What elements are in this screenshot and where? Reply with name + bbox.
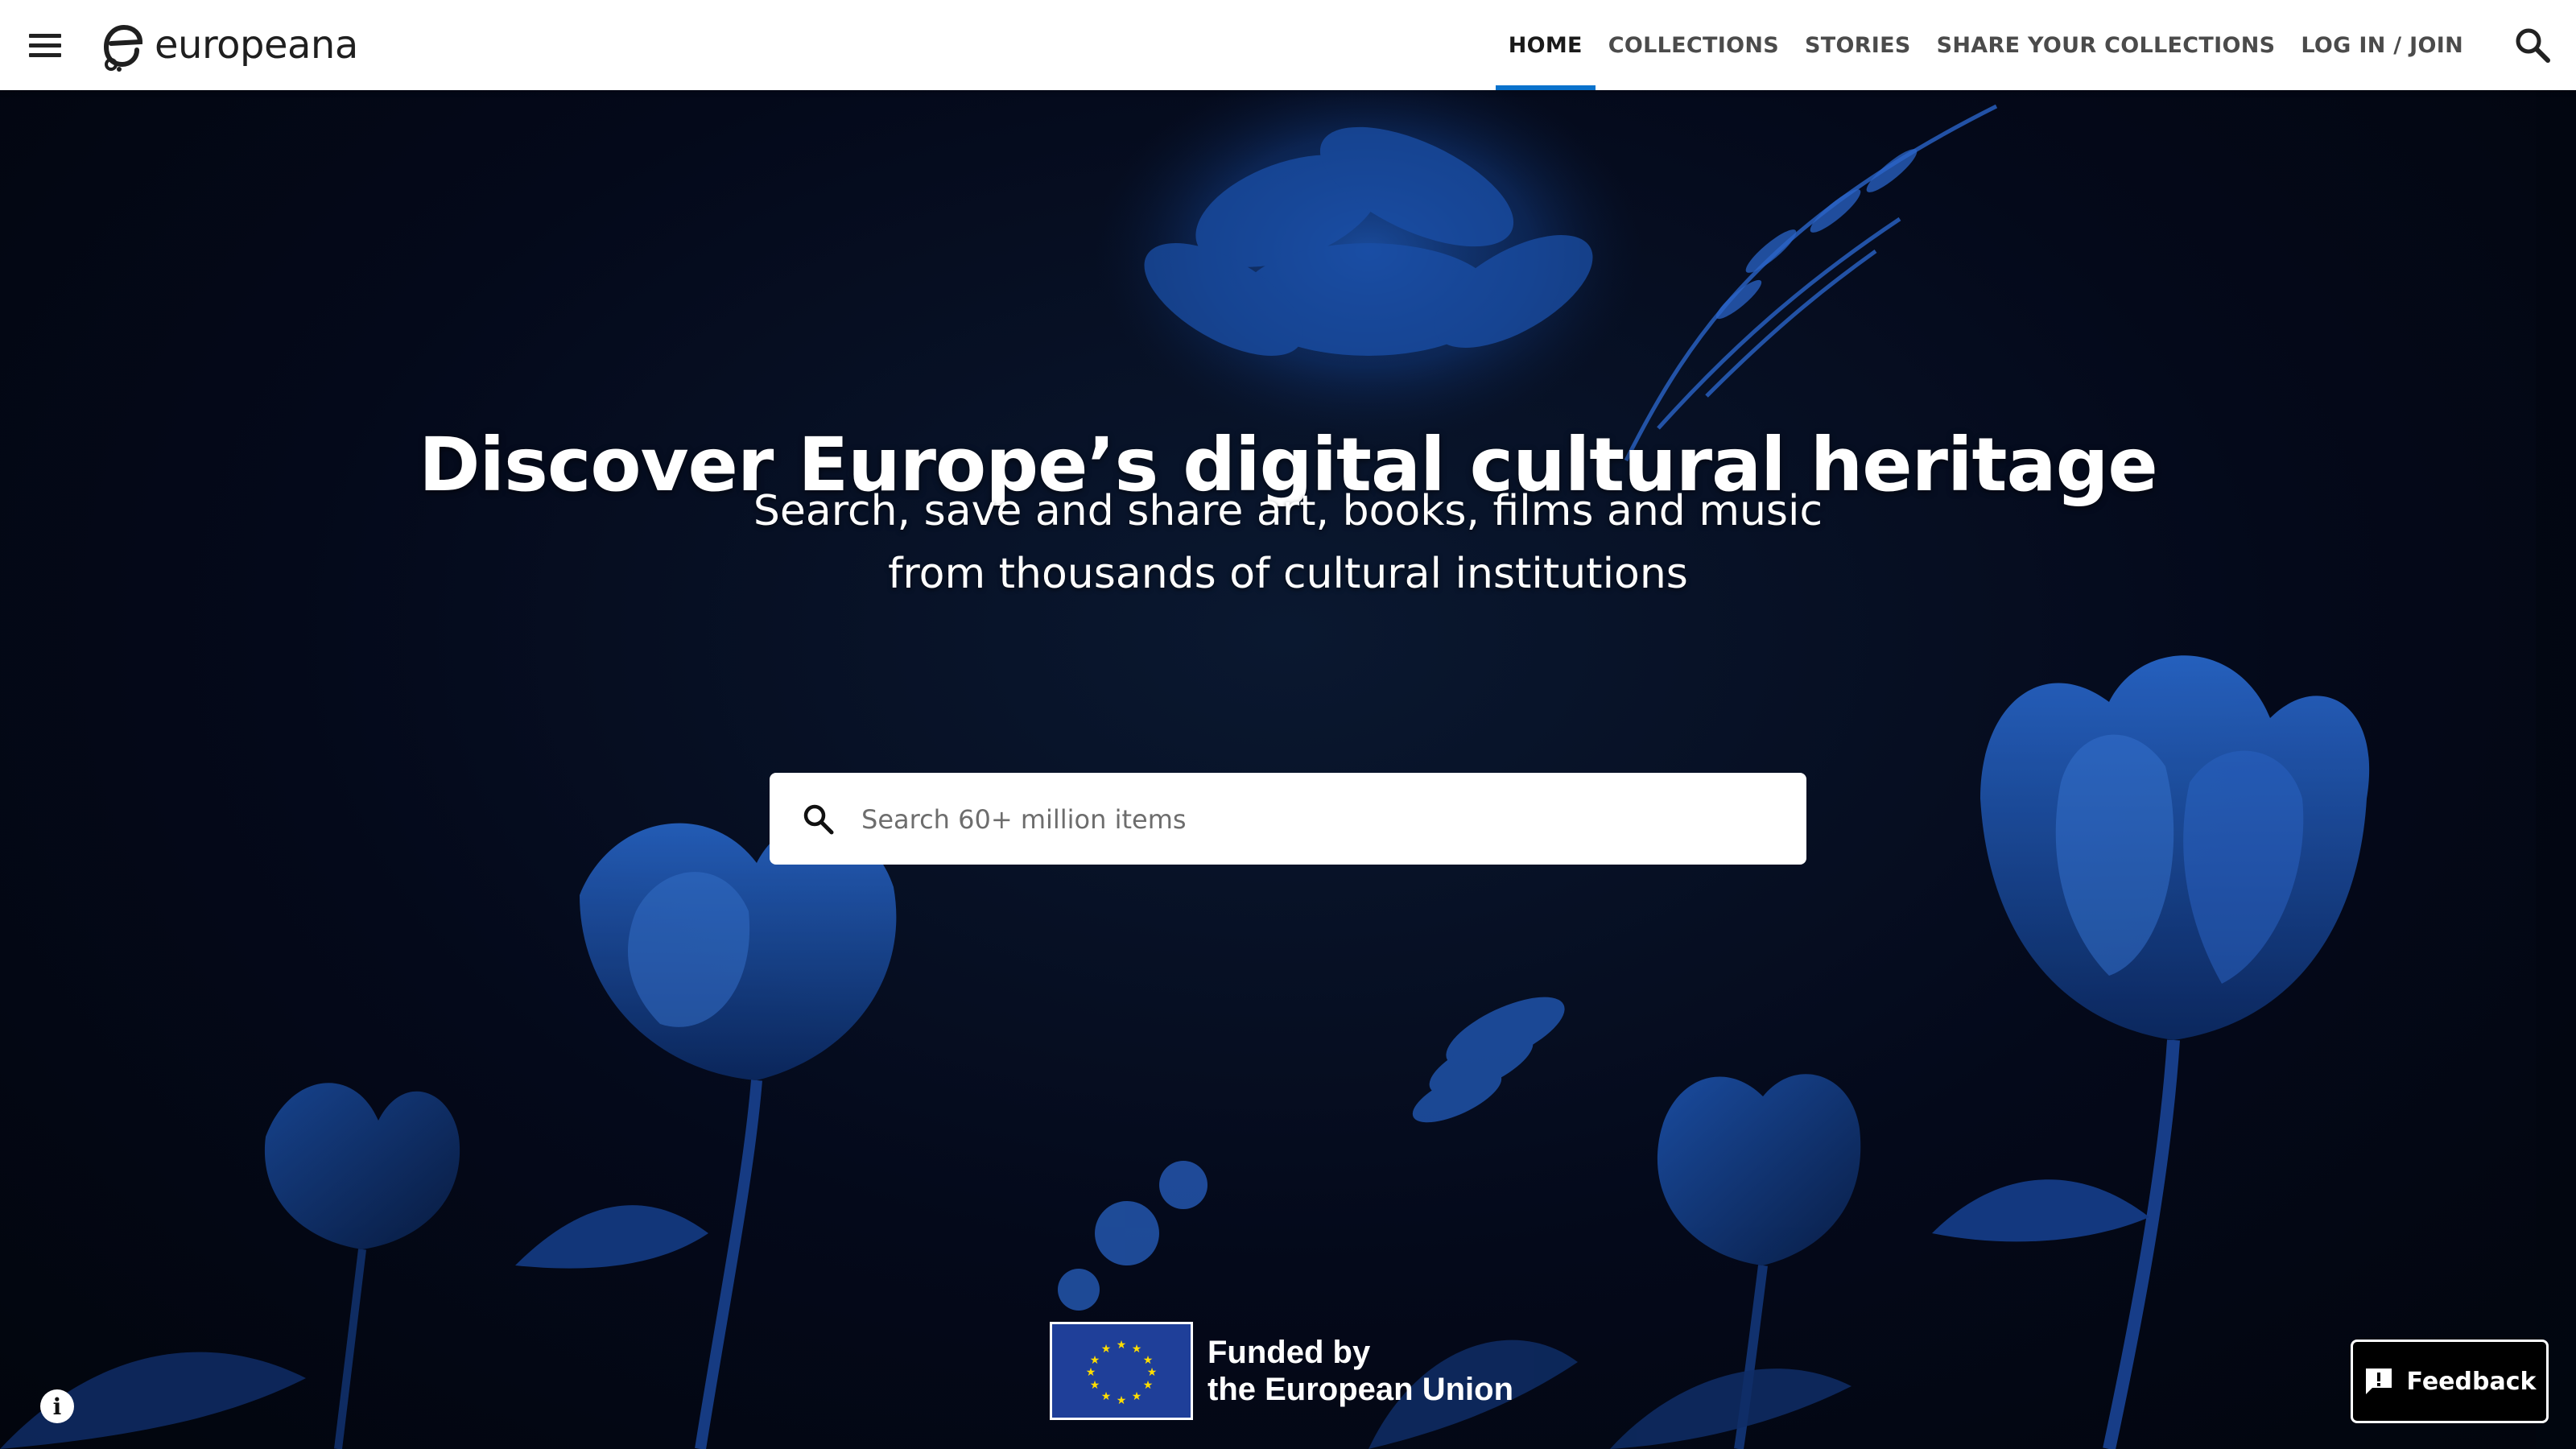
svg-text:★: ★ [1117, 1339, 1127, 1352]
info-icon[interactable]: i [40, 1389, 74, 1423]
main-nav: HOME COLLECTIONS STORIES SHARE YOUR COLL… [1495, 0, 2476, 90]
nav-share-your-collections[interactable]: SHARE YOUR COLLECTIONS [1924, 0, 2289, 90]
search-icon [803, 804, 834, 835]
hero-search-bar[interactable] [770, 773, 1806, 865]
europeana-logo-icon [103, 24, 143, 72]
eu-funding-line1: Funded by [1208, 1335, 1371, 1370]
eu-flag-icon: ★ ★ ★ ★ ★ ★ ★ ★ ★ ★ ★ ★ [1050, 1322, 1193, 1420]
top-navigation-bar: europeana HOME COLLECTIONS STORIES SHARE… [0, 0, 2576, 90]
hamburger-menu-icon[interactable] [26, 29, 64, 61]
svg-text:★: ★ [1101, 1343, 1112, 1356]
svg-text:★: ★ [1132, 1343, 1142, 1356]
logo-text: europeana [155, 23, 358, 68]
hero-subtitle-line1: Search, save and share art, books, films… [753, 487, 1823, 535]
eu-funding-text: Funded by the European Union [1208, 1334, 1513, 1408]
feedback-label: Feedback [2406, 1367, 2537, 1396]
search-input[interactable] [860, 791, 1781, 848]
svg-text:★: ★ [1090, 1354, 1100, 1367]
svg-text:★: ★ [1086, 1366, 1096, 1379]
floral-background-image [0, 90, 2576, 1449]
hero-section: Discover Europe’s digital cultural herit… [0, 90, 2576, 1449]
svg-text:★: ★ [1132, 1390, 1142, 1403]
svg-text:★: ★ [1143, 1354, 1154, 1367]
nav-home[interactable]: HOME [1495, 0, 1596, 90]
svg-text:★: ★ [1101, 1390, 1112, 1403]
eu-funding-line2: the European Union [1208, 1372, 1513, 1407]
europeana-logo[interactable]: europeana [100, 18, 358, 72]
search-icon[interactable] [2513, 26, 2552, 64]
svg-text:★: ★ [1143, 1379, 1154, 1392]
feedback-button[interactable]: Feedback [2351, 1340, 2549, 1423]
svg-text:★: ★ [1117, 1394, 1127, 1407]
feedback-icon [2365, 1368, 2392, 1394]
hero-subtitle-line2: from thousands of cultural institutions [888, 550, 1688, 598]
eu-funding-badge: ★ ★ ★ ★ ★ ★ ★ ★ ★ ★ ★ ★ Funded by the Eu… [1050, 1322, 1513, 1420]
hero-subtitle: Search, save and share art, books, films… [644, 480, 1932, 605]
svg-text:★: ★ [1090, 1379, 1100, 1392]
nav-collections[interactable]: COLLECTIONS [1596, 0, 1792, 90]
nav-stories[interactable]: STORIES [1792, 0, 1924, 90]
nav-log-in-join[interactable]: LOG IN / JOIN [2288, 0, 2476, 90]
svg-text:★: ★ [1147, 1366, 1158, 1379]
